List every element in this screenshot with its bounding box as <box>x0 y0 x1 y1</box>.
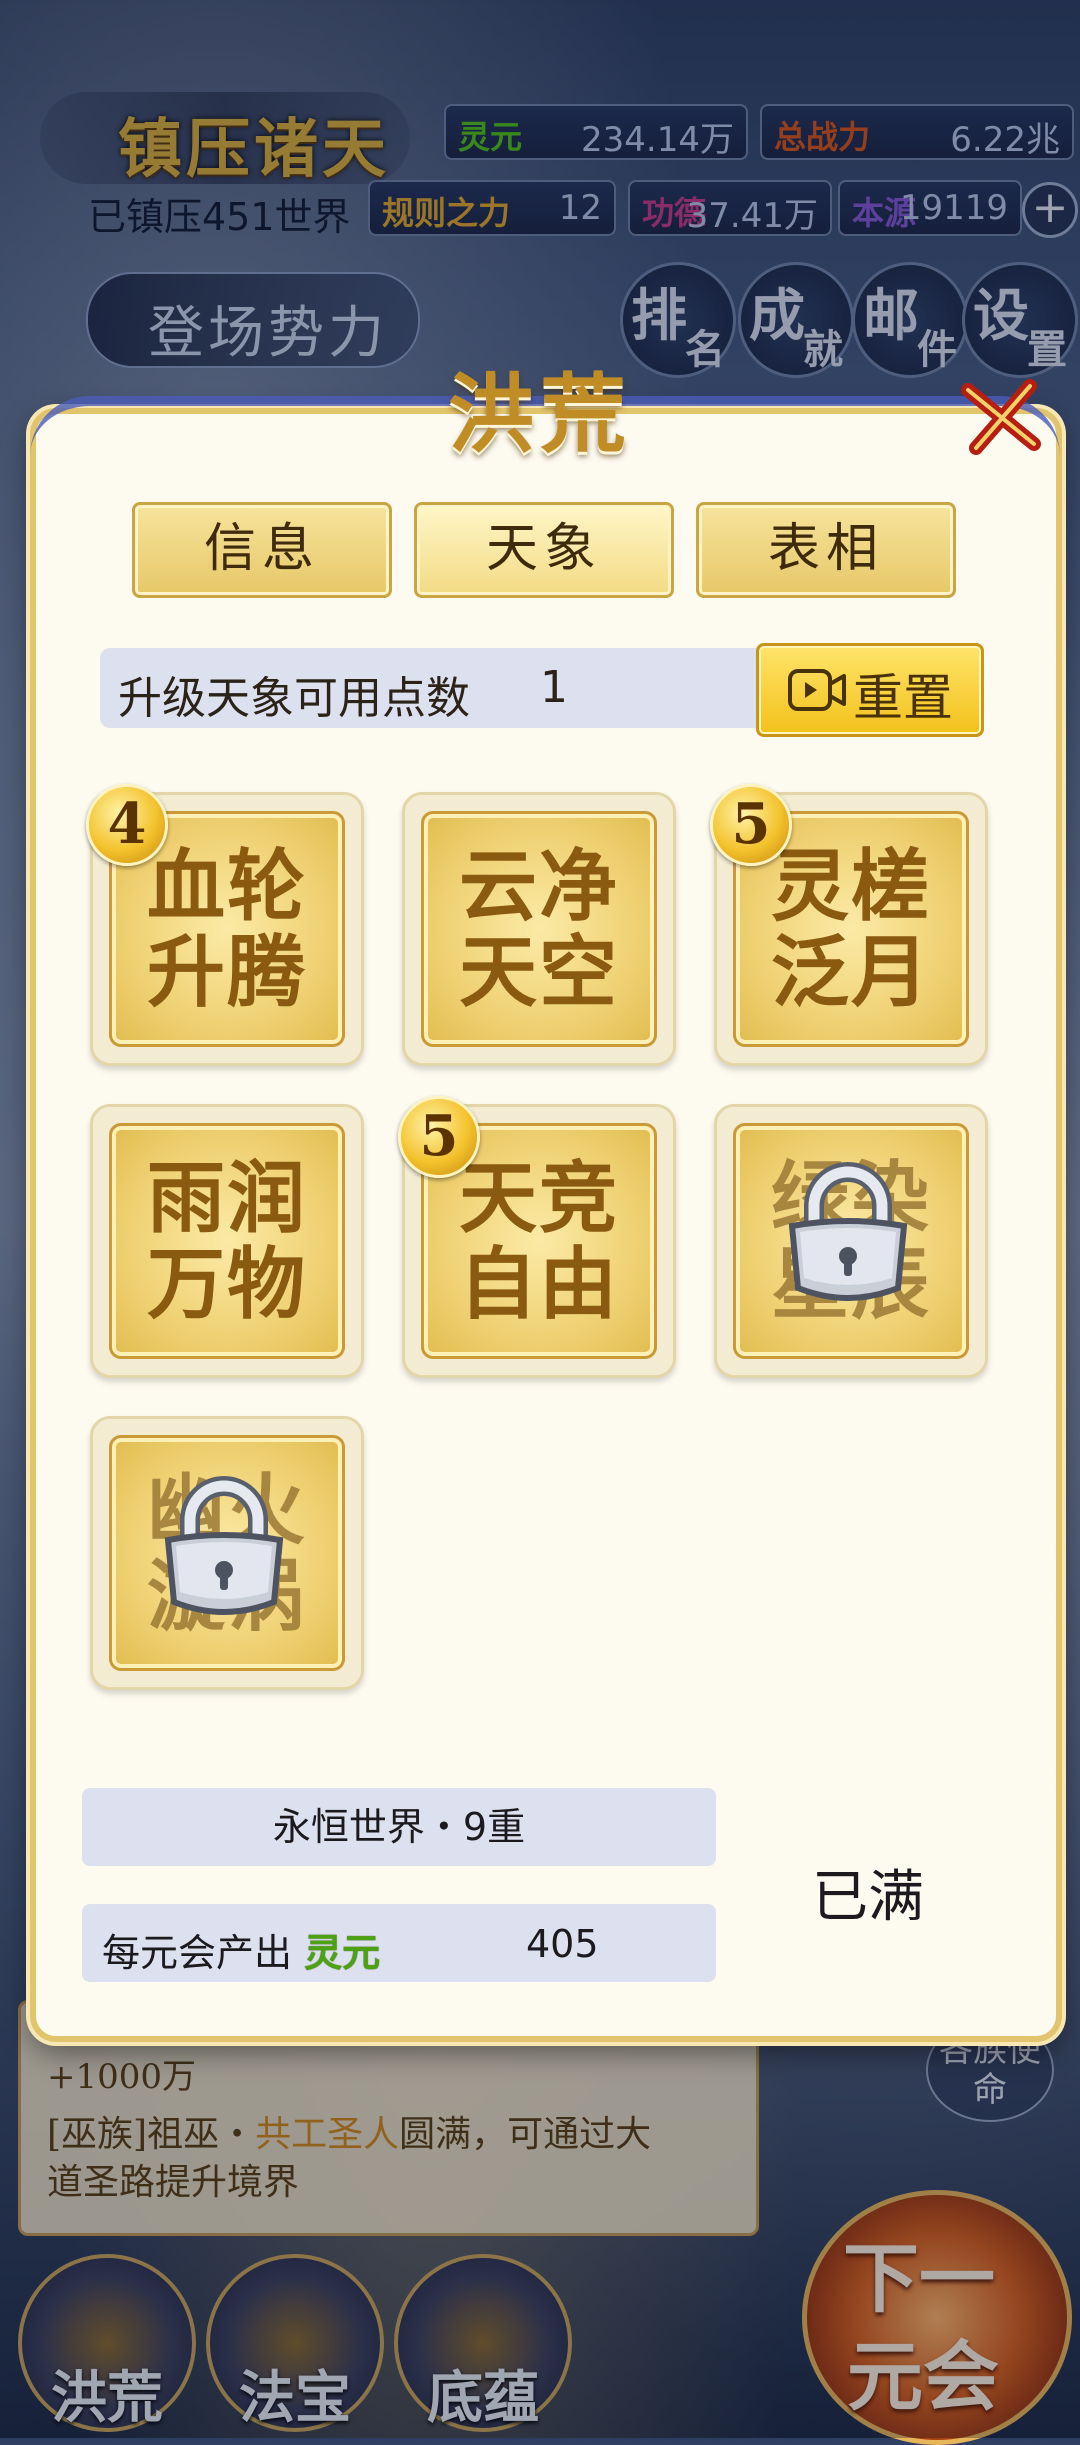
video-icon <box>788 669 846 711</box>
max-status: 已满 <box>812 1865 924 1930</box>
reset-button-label: 重置 <box>853 669 953 727</box>
dialog-title: 洪荒 <box>448 364 632 465</box>
reset-button[interactable]: 重置 <box>756 643 984 737</box>
tab-info[interactable]: 信息 <box>132 502 392 598</box>
world-level: 永恒世界・9重 <box>82 1788 716 1866</box>
tab-appearance[interactable]: 表相 <box>696 502 956 598</box>
output-label: 每元会产出 <box>102 1931 293 1975</box>
level-badge: 4 <box>86 784 168 866</box>
upgrade-points-value: 1 <box>540 662 568 713</box>
output-value: 405 <box>526 1922 599 1966</box>
lock-icon <box>788 1162 908 1301</box>
output-per-era: 每元会产出 灵元 405 <box>82 1904 716 1982</box>
phenomenon-card[interactable]: 雨润 万物 <box>90 1104 364 1378</box>
upgrade-points-label: 升级天象可用点数 <box>118 673 470 724</box>
level-badge: 5 <box>710 784 792 866</box>
level-badge: 5 <box>398 1096 480 1178</box>
close-icon[interactable] <box>958 378 1044 456</box>
tab-phenomena[interactable]: 天象 <box>414 502 674 598</box>
output-resource: 灵元 <box>304 1931 381 1975</box>
lock-icon <box>164 1476 284 1615</box>
phenomenon-card[interactable]: 云净 天空 <box>402 792 676 1066</box>
